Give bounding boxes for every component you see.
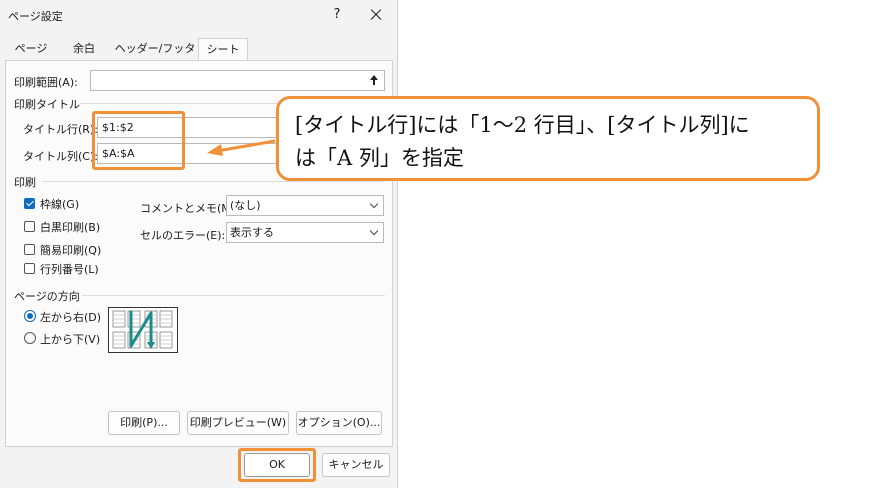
print-preview-button[interactable]: 印刷プレビュー(W) (187, 411, 289, 435)
tab-page[interactable]: ページ (7, 38, 55, 60)
print-area-input[interactable] (90, 70, 385, 91)
chevron-down-icon (368, 200, 380, 212)
comments-select[interactable]: (なし) (226, 195, 384, 216)
page-order-preview-icon (108, 307, 178, 353)
tab-margins[interactable]: 余白 (60, 38, 108, 60)
callout-line-2: は「A 列」を指定 (295, 146, 464, 170)
over-then-down-label: 左から右(D) (40, 311, 102, 324)
callout-line-1: [タイトル行]には「1～2 行目」、[タイトル列]に (295, 113, 750, 137)
over-then-down-radio[interactable] (24, 310, 36, 322)
page-setup-dialog: ページ設定 ? ページ 余白 ヘッダー/フッター シート 印刷範囲(A): 印刷… (0, 0, 398, 488)
comments-label: コメントとメモ(M): (140, 202, 239, 215)
instruction-callout: [タイトル行]には「1～2 行目」、[タイトル列]に は「A 列」を指定 (276, 96, 820, 181)
options-button[interactable]: オプション(O)... (296, 411, 382, 435)
cell-errors-select[interactable]: 表示する (226, 222, 384, 243)
callout-arrow-icon (207, 139, 276, 156)
title-cols-label: タイトル列(C): (23, 150, 98, 163)
dialog-title: ページ設定 (8, 10, 63, 23)
title-bar: ページ設定 ? (0, 0, 398, 30)
chevron-down-icon (368, 227, 380, 239)
down-then-over-radio[interactable] (24, 332, 36, 344)
page-order-group-label: ページの方向 (14, 290, 80, 303)
gridlines-checkbox[interactable] (24, 198, 35, 209)
gridlines-label: 枠線(G) (40, 198, 80, 211)
draft-checkbox[interactable] (24, 244, 35, 255)
close-icon[interactable] (365, 4, 387, 26)
print-titles-group-label: 印刷タイトル (14, 98, 80, 111)
black-white-checkbox[interactable] (24, 221, 35, 232)
headings-label: 行列番号(L) (40, 263, 99, 276)
cell-errors-label: セルのエラー(E): (140, 229, 226, 242)
help-button[interactable]: ? (326, 4, 348, 26)
title-fields-highlight (92, 111, 185, 170)
collapse-range-icon[interactable] (365, 71, 383, 90)
print-area-label: 印刷範囲(A): (14, 76, 78, 89)
headings-checkbox[interactable] (24, 263, 35, 274)
group-divider (82, 295, 385, 296)
tab-sheet[interactable]: シート (198, 38, 248, 61)
draft-label: 簡易印刷(Q) (40, 244, 102, 257)
ok-button-highlight (238, 448, 316, 482)
print-button[interactable]: 印刷(P)... (108, 411, 180, 435)
tab-header-footer[interactable]: ヘッダー/フッター (110, 38, 200, 77)
title-rows-label: タイトル行(R): (23, 123, 98, 136)
down-then-over-label: 上から下(V) (40, 333, 101, 346)
print-group-label: 印刷 (14, 176, 36, 189)
black-white-label: 白黒印刷(B) (40, 221, 101, 234)
group-divider (42, 181, 385, 182)
cancel-button[interactable]: キャンセル (322, 453, 390, 477)
